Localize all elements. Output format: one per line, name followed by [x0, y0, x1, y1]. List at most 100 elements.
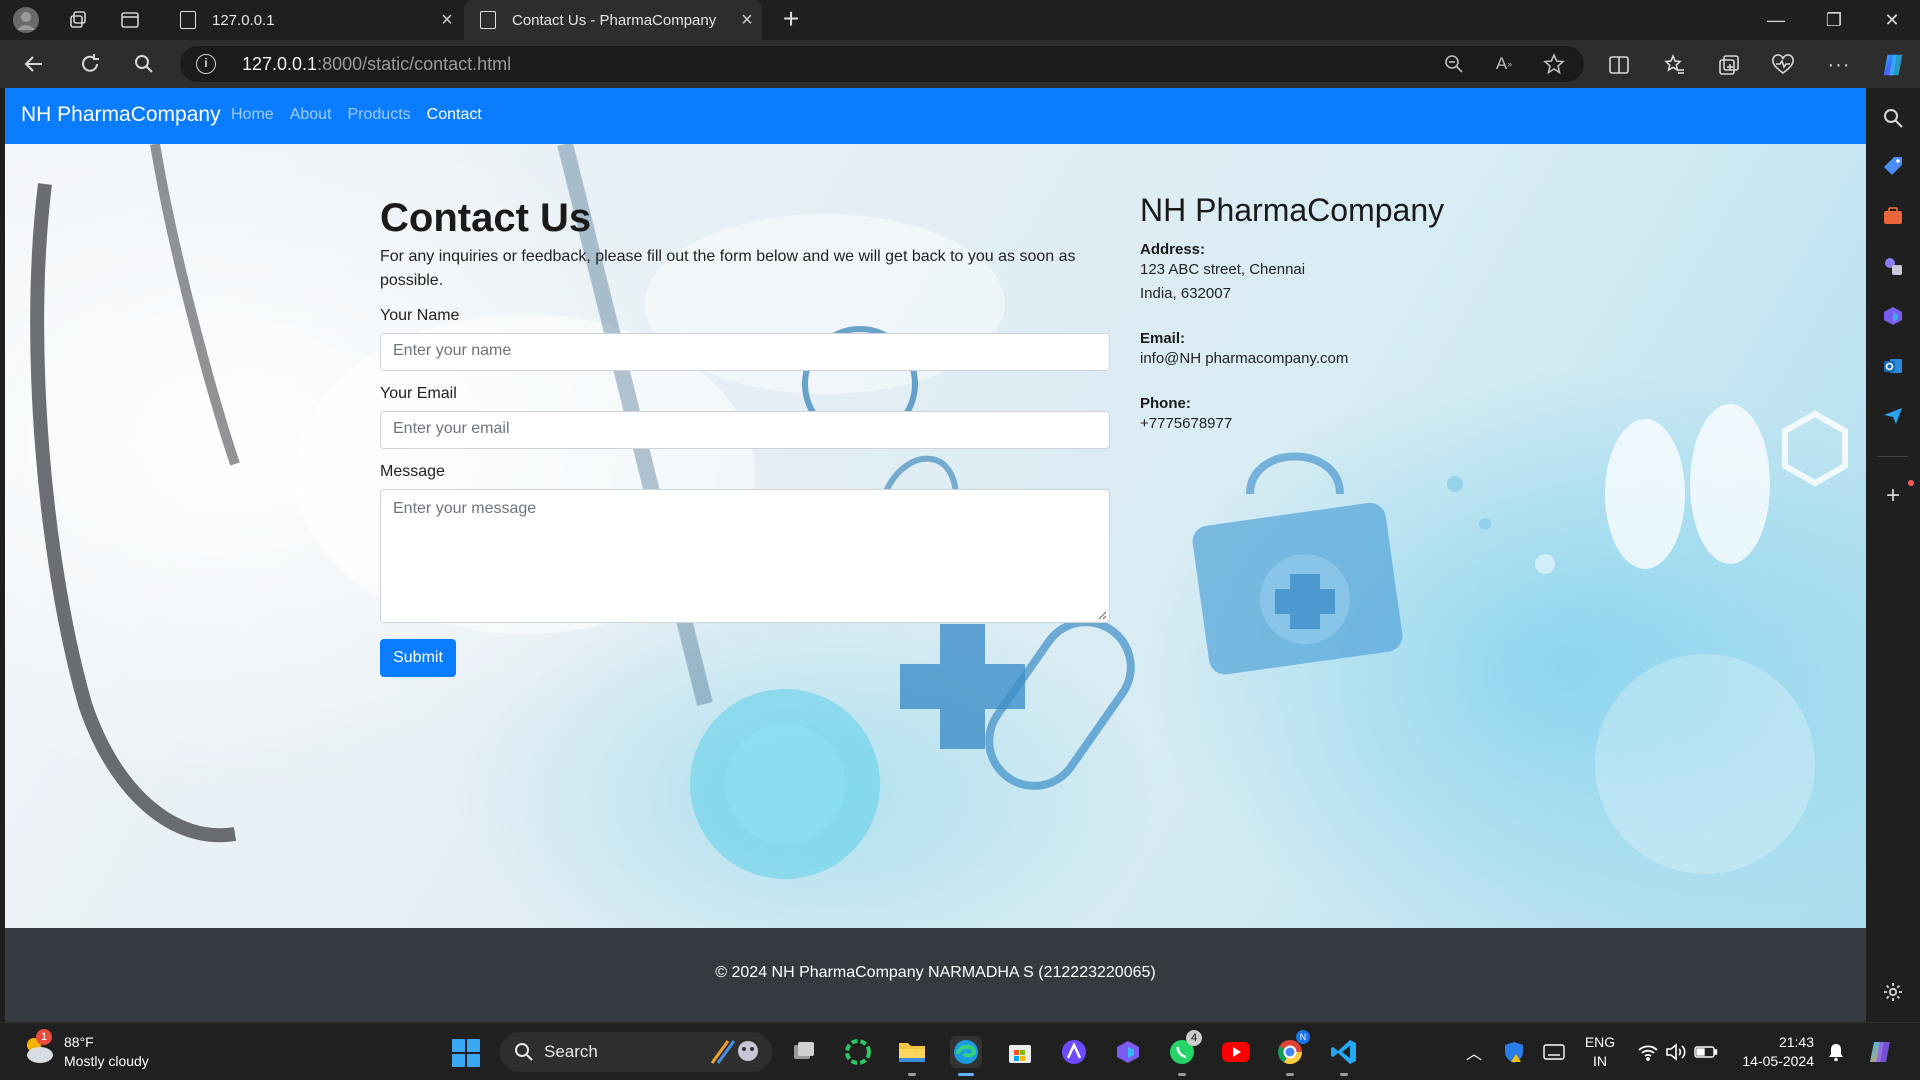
- refresh-button[interactable]: [74, 48, 106, 80]
- outlook-icon[interactable]: [1879, 352, 1907, 380]
- weather-widget[interactable]: 88°F Mostly cloudy: [64, 1033, 149, 1071]
- submit-button[interactable]: Submit: [380, 639, 456, 677]
- sidebar-search-icon[interactable]: [1879, 104, 1907, 132]
- file-explorer-icon[interactable]: [896, 1036, 928, 1076]
- copilot-tray-icon[interactable]: [1864, 1036, 1896, 1068]
- sidebar-settings-icon[interactable]: [1879, 978, 1907, 1006]
- search-icon: [515, 1043, 533, 1061]
- phone-value: +7775678977: [1140, 415, 1233, 432]
- nav-link-home[interactable]: Home: [231, 106, 274, 124]
- notification-bell-icon[interactable]: [1820, 1036, 1852, 1068]
- whatsapp-badge: 4: [1186, 1030, 1202, 1046]
- close-tab-icon[interactable]: ×: [732, 9, 762, 32]
- active-app-indicator: [958, 1073, 974, 1076]
- profile-avatar-icon[interactable]: [12, 6, 40, 34]
- read-aloud-icon[interactable]: A»: [1492, 52, 1516, 76]
- copilot-app-icon[interactable]: [1112, 1036, 1144, 1068]
- favorites-icon[interactable]: [1662, 52, 1688, 78]
- running-indicator: [908, 1073, 916, 1076]
- browser-essentials-icon[interactable]: [1770, 52, 1796, 78]
- add-sidebar-app-icon[interactable]: +: [1879, 482, 1907, 510]
- site-info-icon[interactable]: i: [196, 54, 216, 74]
- circular-app-icon[interactable]: [842, 1036, 874, 1068]
- tab-inactive[interactable]: 127.0.0.1 ×: [164, 0, 462, 40]
- hero-background: Contact Us For any inquiries or feedback…: [5, 144, 1866, 928]
- navbar-brand[interactable]: NH PharmaCompany: [21, 103, 221, 127]
- whatsapp-icon[interactable]: 4: [1166, 1030, 1202, 1076]
- windows-start-icon[interactable]: [452, 1039, 480, 1067]
- page-favicon-icon: [480, 11, 496, 29]
- name-input[interactable]: Enter your name: [380, 333, 1110, 371]
- footer-copyright: © 2024 NH PharmaCompany NARMADHA S (2122…: [715, 964, 1156, 981]
- resize-handle-icon[interactable]: [1097, 610, 1107, 620]
- clock-time: 21:43: [1778, 1034, 1814, 1050]
- site-footer: © 2024 NH PharmaCompany NARMADHA S (2122…: [5, 928, 1866, 1022]
- show-hidden-icons-icon[interactable]: ︿: [1458, 1036, 1490, 1068]
- search-icon[interactable]: [128, 48, 160, 80]
- url-text[interactable]: 127.0.0.1:8000/static/contact.html: [242, 54, 511, 75]
- copilot-icon[interactable]: [1880, 52, 1906, 78]
- back-button[interactable]: [18, 48, 50, 80]
- clock[interactable]: 21:43 14-05-2024: [1734, 1033, 1814, 1071]
- search-highlight-icon: [710, 1040, 758, 1064]
- proton-vpn-icon[interactable]: [1058, 1036, 1090, 1068]
- contact-title: Contact Us: [380, 196, 592, 240]
- edge-browser-icon[interactable]: [950, 1036, 982, 1076]
- workspaces-icon[interactable]: [64, 6, 92, 34]
- send-drop-icon[interactable]: [1879, 402, 1907, 430]
- nav-link-products[interactable]: Products: [348, 106, 411, 124]
- close-window-button[interactable]: ✕: [1864, 0, 1920, 40]
- running-indicator: [1178, 1073, 1186, 1076]
- minimize-button[interactable]: —: [1748, 0, 1804, 40]
- nav-link-about[interactable]: About: [290, 106, 332, 124]
- language-indicator[interactable]: ENG IN: [1580, 1033, 1620, 1071]
- vscode-icon[interactable]: [1328, 1036, 1360, 1076]
- shopping-tag-icon[interactable]: [1879, 152, 1907, 180]
- region-code: IN: [1593, 1053, 1607, 1069]
- running-indicator: [1286, 1073, 1294, 1076]
- split-screen-icon[interactable]: [1606, 52, 1632, 78]
- tab-title: 127.0.0.1: [212, 11, 275, 29]
- youtube-icon[interactable]: [1220, 1036, 1252, 1068]
- weather-description: Mostly cloudy: [64, 1053, 149, 1069]
- sidebar-divider: [1878, 456, 1908, 457]
- page-favicon-icon: [180, 11, 196, 29]
- microsoft-365-icon[interactable]: [1879, 302, 1907, 330]
- task-view-icon[interactable]: [788, 1036, 820, 1068]
- tab-active[interactable]: Contact Us - PharmaCompany ×: [464, 0, 762, 40]
- security-shield-icon[interactable]: [1498, 1036, 1530, 1068]
- address-bar[interactable]: i 127.0.0.1:8000/static/contact.html A»: [180, 46, 1584, 82]
- company-info-section: NH PharmaCompany Address: 123 ABC street…: [1140, 192, 1560, 436]
- new-tab-button[interactable]: +: [776, 4, 806, 34]
- battery-icon[interactable]: [1690, 1036, 1722, 1068]
- browser-tab-bar: 127.0.0.1 × Contact Us - PharmaCompany ×…: [0, 0, 1920, 40]
- collections-icon[interactable]: [1716, 52, 1742, 78]
- restore-button[interactable]: ❐: [1806, 0, 1862, 40]
- weather-cloud-icon[interactable]: 1: [22, 1029, 56, 1067]
- close-tab-icon[interactable]: ×: [432, 9, 462, 32]
- games-icon[interactable]: [1879, 252, 1907, 280]
- microsoft-store-icon[interactable]: [1004, 1036, 1036, 1068]
- weather-badge: 1: [36, 1029, 52, 1045]
- email-info-value: info@NH pharmacompany.com: [1140, 350, 1349, 367]
- email-label: Your Email: [380, 385, 457, 402]
- notification-dot: [1908, 480, 1914, 486]
- favorite-star-icon[interactable]: [1542, 52, 1566, 76]
- volume-icon[interactable]: [1660, 1036, 1692, 1068]
- navbar-links: Home About Products Contact: [231, 106, 498, 124]
- address-line-1: 123 ABC street, Chennai: [1140, 261, 1306, 278]
- running-indicator: [1340, 1073, 1348, 1076]
- chrome-icon[interactable]: N: [1274, 1030, 1310, 1076]
- nav-link-contact[interactable]: Contact: [427, 106, 482, 124]
- email-input[interactable]: Enter your email: [380, 411, 1110, 449]
- message-placeholder: Enter your message: [393, 500, 537, 517]
- taskbar-search[interactable]: Search: [500, 1032, 772, 1072]
- tools-briefcase-icon[interactable]: [1879, 202, 1907, 230]
- message-textarea[interactable]: Enter your message: [380, 489, 1110, 623]
- tab-actions-icon[interactable]: [116, 6, 144, 34]
- name-label: Your Name: [380, 307, 460, 324]
- keyboard-icon[interactable]: [1538, 1036, 1570, 1068]
- site-navbar: NH PharmaCompany Home About Products Con…: [5, 88, 1866, 144]
- more-options-icon[interactable]: ···: [1826, 52, 1852, 78]
- zoom-out-icon[interactable]: [1442, 52, 1466, 76]
